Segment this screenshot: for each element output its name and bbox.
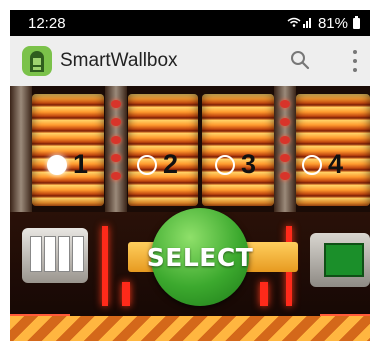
jukebox-panel: 1 2 3 4 SELECT <box>10 86 370 341</box>
option-1[interactable]: 1 <box>47 151 88 178</box>
jukebox-base-pattern <box>10 316 370 341</box>
option-label: 4 <box>328 149 344 179</box>
phone-screen: 12:28 81% SmartWallbox 1 2 3 4 SELECT <box>0 0 375 341</box>
battery-icon <box>353 15 360 29</box>
jukebox-grille <box>32 94 104 206</box>
radio-button[interactable] <box>302 154 322 175</box>
select-button-label: SELECT <box>146 242 254 272</box>
app-title: SmartWallbox <box>60 50 178 71</box>
jukebox-pillar <box>105 86 127 216</box>
overflow-menu-icon[interactable] <box>350 50 360 72</box>
option-2[interactable]: 2 <box>137 151 178 178</box>
option-label: 3 <box>241 149 257 179</box>
search-icon[interactable] <box>290 50 310 70</box>
option-4[interactable]: 4 <box>302 151 343 178</box>
status-time: 12:28 <box>28 14 66 32</box>
light-bar <box>122 282 130 306</box>
battery-percent: 81% <box>317 14 348 32</box>
status-icons: 81% <box>287 15 360 32</box>
jukebox-grille <box>202 94 274 206</box>
radio-button[interactable] <box>137 154 157 175</box>
option-label: 2 <box>163 149 179 179</box>
radio-button-selected[interactable] <box>47 154 67 175</box>
jukebox-icon <box>22 46 52 76</box>
status-bar: 12:28 81% <box>10 10 370 36</box>
jukebox-pillar <box>10 86 32 216</box>
jukebox-pillar <box>274 86 296 216</box>
option-3[interactable]: 3 <box>215 151 256 178</box>
select-button[interactable]: SELECT <box>147 208 253 306</box>
radio-button[interactable] <box>215 154 235 175</box>
light-bar <box>260 282 268 306</box>
wifi-signal-icon <box>287 16 313 31</box>
app-bar: SmartWallbox <box>10 36 370 86</box>
decorative-panel <box>22 228 88 283</box>
light-bar <box>102 226 108 306</box>
green-indicator <box>324 243 364 277</box>
option-label: 1 <box>73 149 89 179</box>
